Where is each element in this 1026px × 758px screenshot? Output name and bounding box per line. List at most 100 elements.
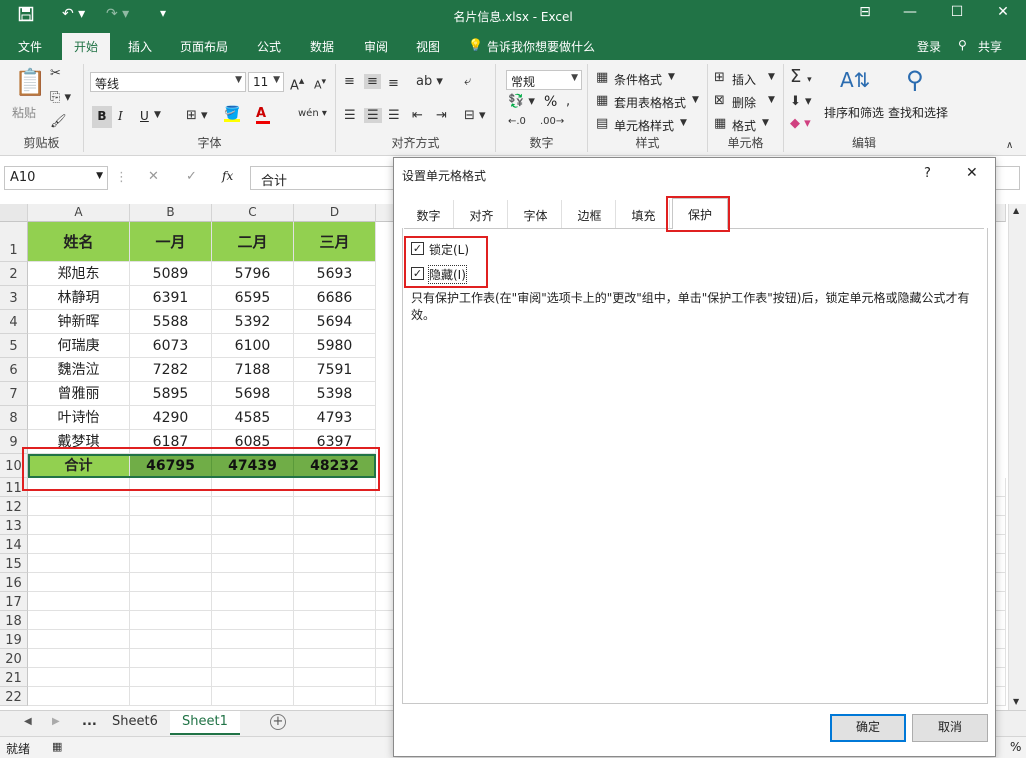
tab-insert[interactable]: 插入	[128, 38, 152, 55]
tab-data[interactable]: 数据	[310, 38, 334, 55]
empty-cell[interactable]	[294, 516, 376, 535]
search-icon[interactable]: ⚲	[906, 66, 924, 94]
format-painter-icon[interactable]: 🖌	[50, 114, 67, 129]
wrap-text-icon[interactable]: ⤶	[464, 74, 471, 89]
empty-cell[interactable]	[130, 630, 212, 649]
cell[interactable]: 林静玥	[28, 286, 130, 310]
cell[interactable]: 钟新晖	[28, 310, 130, 334]
dialog-tab-number[interactable]: 数字	[404, 200, 454, 228]
column-header[interactable]: A	[28, 204, 130, 222]
fill-color-icon[interactable]: 🪣	[224, 106, 240, 122]
empty-cell[interactable]	[28, 630, 130, 649]
empty-cell[interactable]	[212, 630, 294, 649]
empty-cell[interactable]	[294, 592, 376, 611]
row-header[interactable]: 6	[0, 358, 28, 382]
row-header[interactable]: 13	[0, 516, 28, 535]
empty-cell[interactable]	[212, 592, 294, 611]
empty-cell[interactable]	[28, 497, 130, 516]
help-button[interactable]: ?	[924, 166, 931, 181]
ribbon-display-icon[interactable]: ⊟	[850, 4, 880, 20]
row-header[interactable]: 2	[0, 262, 28, 286]
cell[interactable]: 叶诗怡	[28, 406, 130, 430]
cell[interactable]: 4585	[212, 406, 294, 430]
row-header[interactable]: 22	[0, 687, 28, 706]
align-center-icon[interactable]: ☰	[364, 108, 382, 123]
dialog-close-button[interactable]: ✕	[966, 165, 978, 181]
align-top-icon[interactable]: ≡	[344, 74, 355, 89]
empty-cell[interactable]	[294, 630, 376, 649]
phonetic-icon[interactable]: wén ▾	[298, 108, 327, 119]
empty-cell[interactable]	[294, 554, 376, 573]
cell[interactable]: 何瑞庚	[28, 334, 130, 358]
dialog-tab-border[interactable]: 边框	[564, 200, 616, 228]
tab-sheet6[interactable]: Sheet6	[100, 711, 170, 735]
find-select-button[interactable]: 查找和选择	[888, 104, 948, 121]
row-header[interactable]: 16	[0, 573, 28, 592]
comma-style-icon[interactable]: ,	[566, 94, 570, 109]
add-sheet-button[interactable]: +	[270, 714, 286, 730]
font-name-select[interactable]: 等线 ▼	[90, 72, 246, 92]
vertical-scrollbar[interactable]: ▲ ▼	[1008, 204, 1026, 710]
tab-view[interactable]: 视图	[416, 38, 440, 55]
tell-me-search[interactable]: 告诉我你想要做什么	[487, 38, 595, 55]
row-header[interactable]: 4	[0, 310, 28, 334]
decrease-decimal-icon[interactable]: .00→	[540, 116, 564, 127]
name-box[interactable]: A10 ▼	[4, 166, 108, 190]
cell[interactable]: 5698	[212, 382, 294, 406]
tab-sheet1[interactable]: Sheet1	[170, 711, 240, 735]
cell[interactable]: 4290	[130, 406, 212, 430]
empty-cell[interactable]	[294, 668, 376, 687]
empty-cell[interactable]	[130, 573, 212, 592]
empty-cell[interactable]	[28, 573, 130, 592]
tab-page-layout[interactable]: 页面布局	[180, 38, 228, 55]
autosum-icon[interactable]: Σ ▾	[790, 66, 812, 87]
copy-icon[interactable]: ⎘ ▾	[50, 90, 71, 105]
ok-button[interactable]: 确定	[830, 714, 906, 742]
sign-in-link[interactable]: 登录	[917, 38, 941, 55]
cell[interactable]: 5398	[294, 382, 376, 406]
shrink-font-icon[interactable]: A▾	[314, 76, 326, 92]
empty-cell[interactable]	[294, 497, 376, 516]
cell[interactable]: 7188	[212, 358, 294, 382]
empty-cell[interactable]	[130, 497, 212, 516]
dialog-tab-alignment[interactable]: 对齐	[456, 200, 508, 228]
delete-cells-button[interactable]: 删除	[732, 94, 756, 111]
cell[interactable]: 姓名	[28, 222, 130, 262]
row-header[interactable]: 15	[0, 554, 28, 573]
empty-cell[interactable]	[294, 535, 376, 554]
cut-icon[interactable]: ✂	[50, 66, 61, 81]
sort-filter-icon[interactable]: A⇅	[840, 68, 870, 92]
empty-cell[interactable]	[294, 649, 376, 668]
empty-cell[interactable]	[28, 592, 130, 611]
cell[interactable]: 曾雅丽	[28, 382, 130, 406]
cell[interactable]: 6595	[212, 286, 294, 310]
row-header[interactable]: 20	[0, 649, 28, 668]
minimize-button[interactable]: —	[895, 4, 925, 20]
empty-cell[interactable]	[130, 649, 212, 668]
cell[interactable]: 5796	[212, 262, 294, 286]
number-format-select[interactable]: 常规 ▼	[506, 70, 582, 90]
cell[interactable]: 7591	[294, 358, 376, 382]
font-color-icon[interactable]: A	[256, 106, 270, 124]
scroll-left-icon[interactable]: ◀	[24, 716, 32, 727]
empty-cell[interactable]	[212, 649, 294, 668]
insert-function-button[interactable]: fx	[222, 169, 233, 183]
tab-formulas[interactable]: 公式	[257, 38, 281, 55]
empty-cell[interactable]	[212, 611, 294, 630]
cell[interactable]: 5588	[130, 310, 212, 334]
orientation-icon[interactable]: ab ▾	[416, 74, 443, 89]
tab-home[interactable]: 开始	[62, 33, 111, 60]
cell[interactable]: 一月	[130, 222, 212, 262]
row-header[interactable]: 17	[0, 592, 28, 611]
empty-cell[interactable]	[28, 668, 130, 687]
collapse-ribbon-icon[interactable]: ∧	[1006, 140, 1013, 151]
format-as-table-button[interactable]: 套用表格格式	[614, 94, 686, 111]
cell[interactable]: 5089	[130, 262, 212, 286]
empty-cell[interactable]	[130, 592, 212, 611]
column-header[interactable]: D	[294, 204, 376, 222]
clear-icon[interactable]: ◆ ▾	[790, 116, 811, 131]
empty-cell[interactable]	[130, 687, 212, 706]
row-header[interactable]: 14	[0, 535, 28, 554]
increase-decimal-icon[interactable]: ←.0	[508, 116, 526, 127]
borders-icon[interactable]: ⊞ ▾	[186, 108, 208, 123]
